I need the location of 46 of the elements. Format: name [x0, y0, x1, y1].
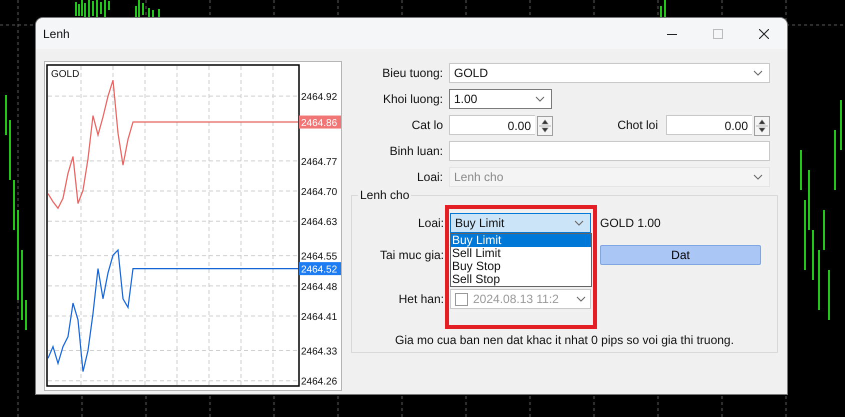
place-button[interactable]: Dat	[600, 245, 761, 265]
dropdown[interactable]: Buy Limit	[450, 213, 591, 233]
symbol-label: GOLD	[51, 69, 80, 80]
group-title: Lenh cho	[358, 188, 412, 202]
price-tag: 2464.52	[299, 262, 341, 276]
date-field: 2024.08.13 11:2	[450, 289, 591, 309]
chevron-down-icon	[753, 70, 763, 76]
field-label: Binh luan:	[388, 144, 443, 158]
axis-label: 2464.77	[301, 156, 338, 168]
axis-label: 2464.48	[301, 282, 338, 293]
axis-label: 2464.55	[301, 252, 338, 263]
hint-text: Gia mo cua ban nen dat khac it nhat 0 pips so voi gia thi truong.	[394, 333, 735, 347]
field-label: Loai:	[416, 170, 443, 184]
price-tag: 2464.86	[299, 116, 341, 130]
input-field[interactable]: 0.00	[666, 115, 752, 135]
field-label: Tai muc gia:	[378, 248, 444, 262]
chevron-down-icon	[753, 174, 763, 180]
axis-label: 2464.63	[301, 217, 338, 228]
field-label: Khoi luong:	[382, 92, 443, 106]
spin-buttons[interactable]	[754, 116, 770, 136]
input-field[interactable]	[449, 141, 770, 161]
list-option[interactable]: Sell Stop	[451, 273, 591, 286]
chevron-down-icon	[576, 296, 586, 302]
chevron-down-icon	[574, 220, 584, 226]
field-label: Het han:	[398, 292, 444, 306]
list-option[interactable]: Sell Limit	[451, 247, 591, 260]
close-icon[interactable]	[759, 28, 769, 38]
axis-label: 2464.33	[301, 346, 338, 358]
symbol-info: GOLD 1.00	[600, 216, 661, 230]
list-option[interactable]: Buy Limit	[451, 234, 591, 247]
axis-label: 2464.26	[301, 376, 338, 388]
chevron-down-icon	[535, 96, 545, 102]
window-title: Lenh	[43, 26, 71, 40]
field-label: Cat lo	[410, 118, 443, 132]
dropdown: Lenh cho	[449, 167, 770, 187]
input-field[interactable]: 0.00	[449, 115, 535, 135]
spin-buttons[interactable]	[537, 116, 553, 136]
axis-label: 2464.41	[301, 312, 338, 324]
list-option[interactable]: Buy Stop	[451, 260, 591, 273]
axis-label: 2464.70	[301, 187, 338, 198]
field-label: Loai:	[416, 216, 444, 230]
field-label: Chot loi	[616, 118, 658, 132]
dropdown[interactable]: GOLD	[449, 63, 770, 83]
axis-label: 2464.92	[301, 92, 338, 104]
field-label: Bieu tuong:	[381, 66, 443, 80]
dropdown[interactable]: 1.00	[449, 89, 552, 109]
